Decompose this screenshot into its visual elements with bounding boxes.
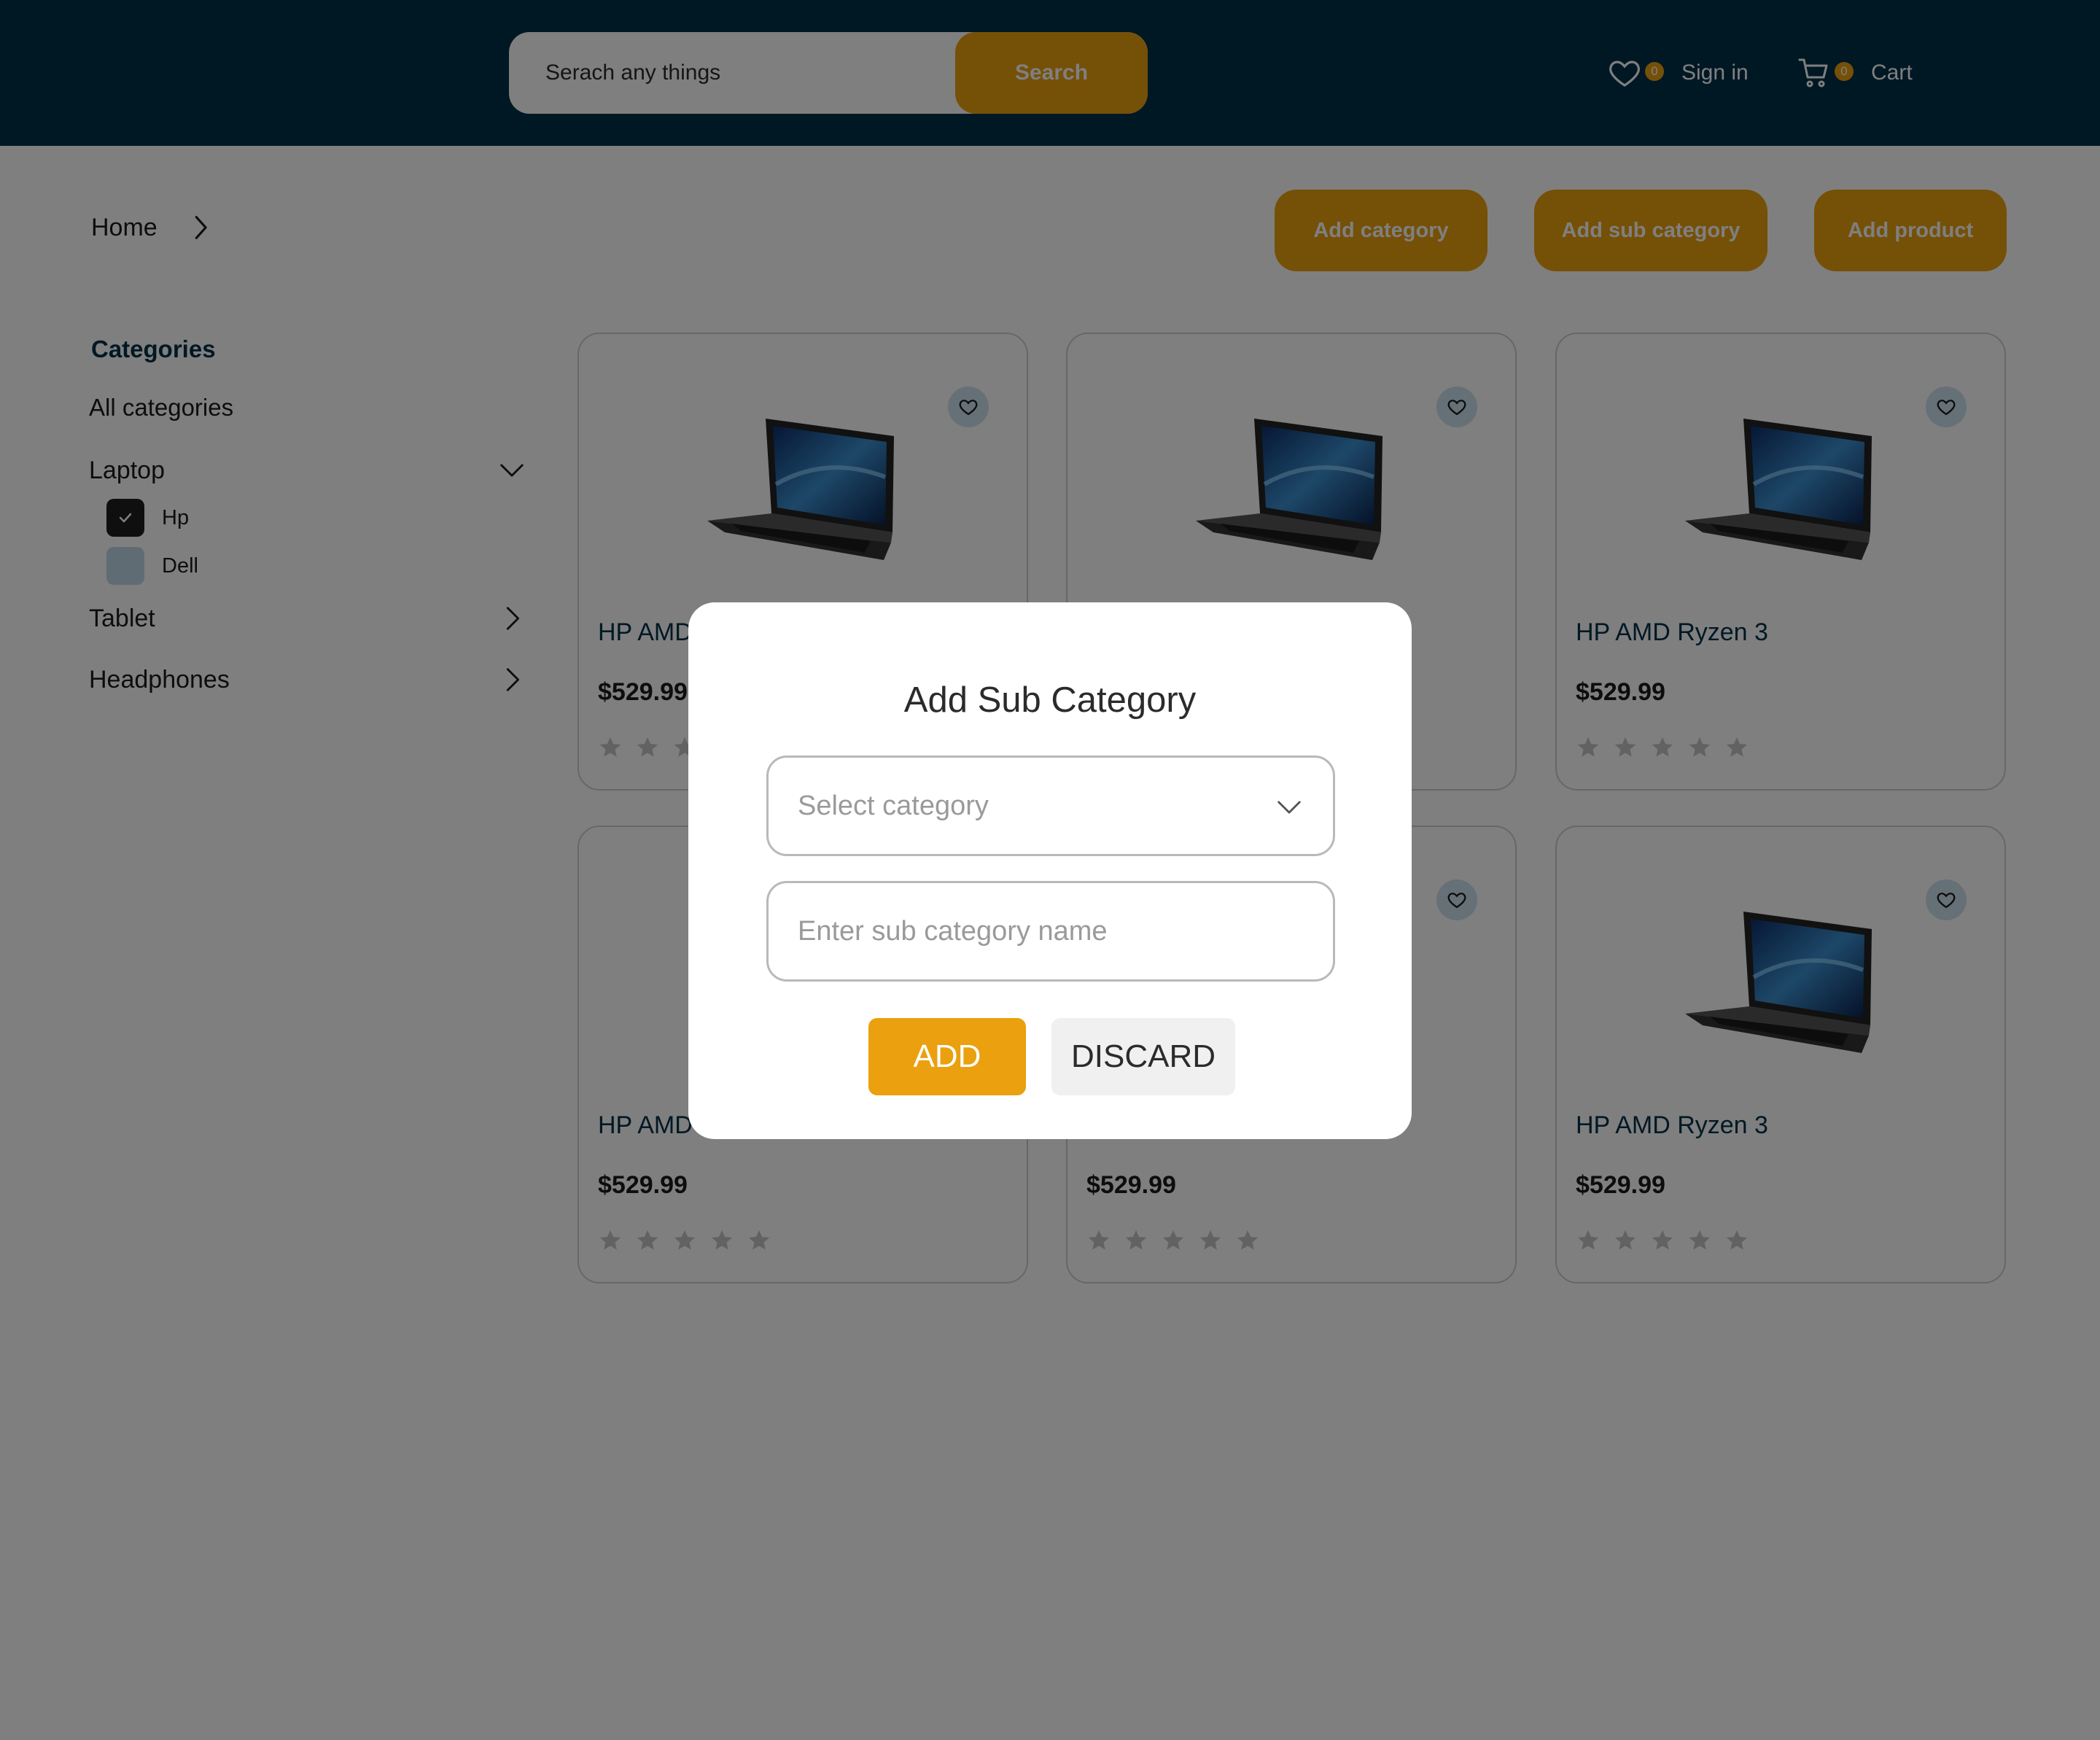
dialog-title: Add Sub Category — [903, 680, 1197, 720]
select-placeholder: Select category — [798, 790, 989, 821]
category-select[interactable]: Select category — [766, 756, 1335, 856]
chevron-down-icon — [1278, 801, 1301, 814]
sub-category-name-input[interactable] — [766, 881, 1335, 982]
add-button[interactable]: ADD — [868, 1018, 1026, 1095]
discard-button[interactable]: DISCARD — [1051, 1018, 1235, 1095]
add-sub-category-dialog: Add Sub Category Select category ADD DIS… — [688, 602, 1412, 1139]
